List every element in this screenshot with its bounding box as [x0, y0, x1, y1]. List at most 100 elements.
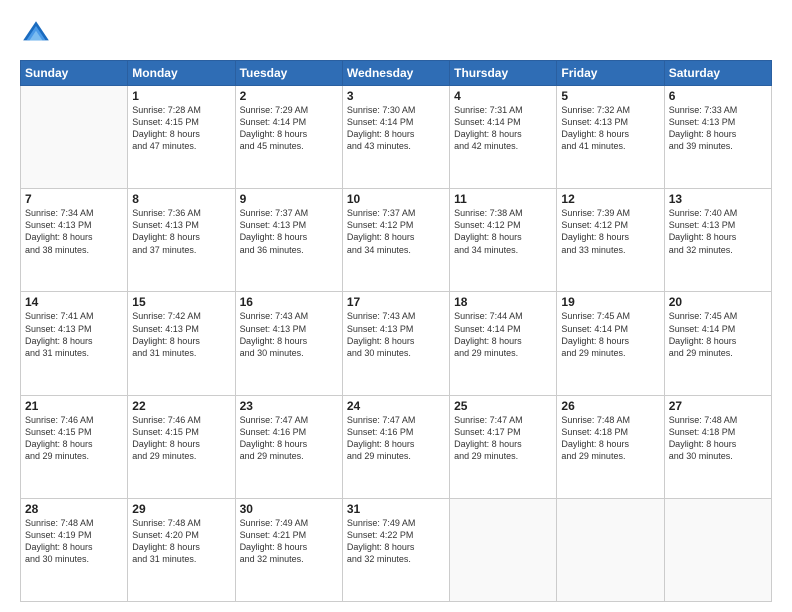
day-header-saturday: Saturday: [664, 61, 771, 86]
day-header-thursday: Thursday: [450, 61, 557, 86]
day-number: 7: [25, 192, 123, 206]
day-info: Sunrise: 7:42 AM Sunset: 4:13 PM Dayligh…: [132, 310, 230, 359]
day-number: 13: [669, 192, 767, 206]
day-number: 17: [347, 295, 445, 309]
day-header-friday: Friday: [557, 61, 664, 86]
calendar-cell: 1Sunrise: 7:28 AM Sunset: 4:15 PM Daylig…: [128, 86, 235, 189]
day-header-tuesday: Tuesday: [235, 61, 342, 86]
day-info: Sunrise: 7:29 AM Sunset: 4:14 PM Dayligh…: [240, 104, 338, 153]
day-info: Sunrise: 7:45 AM Sunset: 4:14 PM Dayligh…: [561, 310, 659, 359]
day-info: Sunrise: 7:47 AM Sunset: 4:16 PM Dayligh…: [240, 414, 338, 463]
day-info: Sunrise: 7:47 AM Sunset: 4:17 PM Dayligh…: [454, 414, 552, 463]
day-number: 19: [561, 295, 659, 309]
day-header-wednesday: Wednesday: [342, 61, 449, 86]
day-number: 23: [240, 399, 338, 413]
day-info: Sunrise: 7:37 AM Sunset: 4:13 PM Dayligh…: [240, 207, 338, 256]
day-number: 12: [561, 192, 659, 206]
day-info: Sunrise: 7:31 AM Sunset: 4:14 PM Dayligh…: [454, 104, 552, 153]
calendar-cell: 14Sunrise: 7:41 AM Sunset: 4:13 PM Dayli…: [21, 292, 128, 395]
day-number: 25: [454, 399, 552, 413]
calendar-cell: [450, 498, 557, 601]
calendar-cell: [557, 498, 664, 601]
calendar-cell: 30Sunrise: 7:49 AM Sunset: 4:21 PM Dayli…: [235, 498, 342, 601]
logo: [20, 18, 56, 50]
day-header-monday: Monday: [128, 61, 235, 86]
calendar-cell: 23Sunrise: 7:47 AM Sunset: 4:16 PM Dayli…: [235, 395, 342, 498]
day-number: 2: [240, 89, 338, 103]
calendar-cell: 12Sunrise: 7:39 AM Sunset: 4:12 PM Dayli…: [557, 189, 664, 292]
day-number: 14: [25, 295, 123, 309]
day-info: Sunrise: 7:48 AM Sunset: 4:20 PM Dayligh…: [132, 517, 230, 566]
calendar-week-2: 7Sunrise: 7:34 AM Sunset: 4:13 PM Daylig…: [21, 189, 772, 292]
day-info: Sunrise: 7:43 AM Sunset: 4:13 PM Dayligh…: [240, 310, 338, 359]
day-info: Sunrise: 7:49 AM Sunset: 4:21 PM Dayligh…: [240, 517, 338, 566]
day-number: 10: [347, 192, 445, 206]
calendar-cell: [664, 498, 771, 601]
day-number: 21: [25, 399, 123, 413]
calendar-cell: 10Sunrise: 7:37 AM Sunset: 4:12 PM Dayli…: [342, 189, 449, 292]
day-number: 9: [240, 192, 338, 206]
calendar-cell: 29Sunrise: 7:48 AM Sunset: 4:20 PM Dayli…: [128, 498, 235, 601]
day-info: Sunrise: 7:28 AM Sunset: 4:15 PM Dayligh…: [132, 104, 230, 153]
header: [20, 18, 772, 50]
calendar-cell: 9Sunrise: 7:37 AM Sunset: 4:13 PM Daylig…: [235, 189, 342, 292]
day-info: Sunrise: 7:44 AM Sunset: 4:14 PM Dayligh…: [454, 310, 552, 359]
day-info: Sunrise: 7:40 AM Sunset: 4:13 PM Dayligh…: [669, 207, 767, 256]
day-info: Sunrise: 7:30 AM Sunset: 4:14 PM Dayligh…: [347, 104, 445, 153]
day-number: 5: [561, 89, 659, 103]
calendar-week-4: 21 Sunrise: 7:46 AM Sunset: 4:15 PM Dayli…: [21, 395, 772, 498]
day-info: Sunrise: 7:33 AM Sunset: 4:13 PM Dayligh…: [669, 104, 767, 153]
calendar-cell: 31Sunrise: 7:49 AM Sunset: 4:22 PM Dayli…: [342, 498, 449, 601]
calendar-cell: 20Sunrise: 7:45 AM Sunset: 4:14 PM Dayli…: [664, 292, 771, 395]
day-number: 4: [454, 89, 552, 103]
day-info: Sunrise: 7:49 AM Sunset: 4:22 PM Dayligh…: [347, 517, 445, 566]
calendar-cell: 21Sunrise: 7:46 AM Sunset: 4:15 PM Dayli…: [21, 395, 128, 498]
day-info: Sunrise: 7:38 AM Sunset: 4:12 PM Dayligh…: [454, 207, 552, 256]
day-number: 15: [132, 295, 230, 309]
day-info: Sunrise: 7:46 AM Sunset: 4:15 PM Dayligh…: [132, 414, 230, 463]
calendar-cell: 3Sunrise: 7:30 AM Sunset: 4:14 PM Daylig…: [342, 86, 449, 189]
day-info: Sunrise: 7:48 AM Sunset: 4:18 PM Dayligh…: [669, 414, 767, 463]
day-info: Sunrise: 7:39 AM Sunset: 4:12 PM Dayligh…: [561, 207, 659, 256]
day-info: Sunrise: 7:32 AM Sunset: 4:13 PM Dayligh…: [561, 104, 659, 153]
calendar-cell: 16Sunrise: 7:43 AM Sunset: 4:13 PM Dayli…: [235, 292, 342, 395]
day-number: 6: [669, 89, 767, 103]
day-number: 28: [25, 502, 123, 516]
day-info: Sunrise: 7:48 AM Sunset: 4:18 PM Dayligh…: [561, 414, 659, 463]
day-info: Sunrise: 7:43 AM Sunset: 4:13 PM Dayligh…: [347, 310, 445, 359]
calendar-cell: 13Sunrise: 7:40 AM Sunset: 4:13 PM Dayli…: [664, 189, 771, 292]
calendar-week-5: 28Sunrise: 7:48 AM Sunset: 4:19 PM Dayli…: [21, 498, 772, 601]
calendar-week-3: 14Sunrise: 7:41 AM Sunset: 4:13 PM Dayli…: [21, 292, 772, 395]
calendar-cell: 26Sunrise: 7:48 AM Sunset: 4:18 PM Dayli…: [557, 395, 664, 498]
calendar-cell: [21, 86, 128, 189]
day-number: 16: [240, 295, 338, 309]
calendar-cell: 22Sunrise: 7:46 AM Sunset: 4:15 PM Dayli…: [128, 395, 235, 498]
day-number: 20: [669, 295, 767, 309]
calendar-cell: 5Sunrise: 7:32 AM Sunset: 4:13 PM Daylig…: [557, 86, 664, 189]
day-info: Sunrise: 7:41 AM Sunset: 4:13 PM Dayligh…: [25, 310, 123, 359]
day-info: Sunrise: 7:36 AM Sunset: 4:13 PM Dayligh…: [132, 207, 230, 256]
day-number: 29: [132, 502, 230, 516]
calendar-cell: 2Sunrise: 7:29 AM Sunset: 4:14 PM Daylig…: [235, 86, 342, 189]
calendar-header-row: SundayMondayTuesdayWednesdayThursdayFrid…: [21, 61, 772, 86]
day-info: Sunrise: 7:45 AM Sunset: 4:14 PM Dayligh…: [669, 310, 767, 359]
calendar: SundayMondayTuesdayWednesdayThursdayFrid…: [20, 60, 772, 602]
logo-icon: [20, 18, 52, 50]
day-header-sunday: Sunday: [21, 61, 128, 86]
calendar-cell: 25Sunrise: 7:47 AM Sunset: 4:17 PM Dayli…: [450, 395, 557, 498]
day-number: 18: [454, 295, 552, 309]
calendar-cell: 8Sunrise: 7:36 AM Sunset: 4:13 PM Daylig…: [128, 189, 235, 292]
day-number: 26: [561, 399, 659, 413]
day-number: 30: [240, 502, 338, 516]
calendar-cell: 15Sunrise: 7:42 AM Sunset: 4:13 PM Dayli…: [128, 292, 235, 395]
day-number: 8: [132, 192, 230, 206]
day-number: 27: [669, 399, 767, 413]
day-number: 22: [132, 399, 230, 413]
day-number: 11: [454, 192, 552, 206]
calendar-cell: 6Sunrise: 7:33 AM Sunset: 4:13 PM Daylig…: [664, 86, 771, 189]
day-info: Sunrise: 7:47 AM Sunset: 4:16 PM Dayligh…: [347, 414, 445, 463]
calendar-cell: 7Sunrise: 7:34 AM Sunset: 4:13 PM Daylig…: [21, 189, 128, 292]
calendar-cell: 17Sunrise: 7:43 AM Sunset: 4:13 PM Dayli…: [342, 292, 449, 395]
calendar-cell: 24Sunrise: 7:47 AM Sunset: 4:16 PM Dayli…: [342, 395, 449, 498]
calendar-cell: 27Sunrise: 7:48 AM Sunset: 4:18 PM Dayli…: [664, 395, 771, 498]
